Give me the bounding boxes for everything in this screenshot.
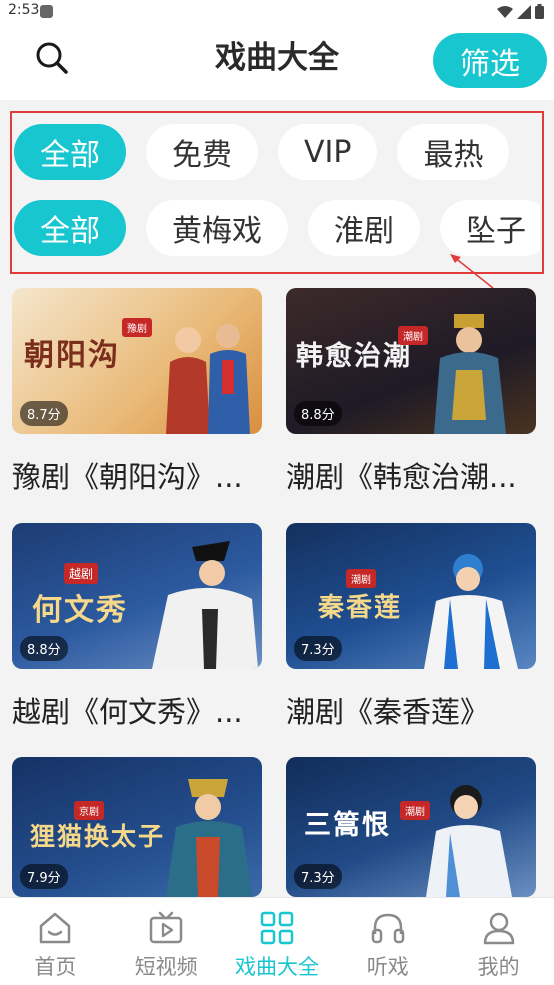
opera-thumbnail: 朝阳沟 豫剧 8.7分 (12, 288, 262, 434)
performer-image (434, 314, 506, 434)
chip-hottest[interactable]: 最热 (397, 124, 510, 180)
chip-zhuizi[interactable]: 坠子 (440, 200, 540, 256)
performer-image (152, 541, 258, 669)
tab-short-video[interactable]: 短视频 (111, 898, 222, 985)
opera-card[interactable]: 何文秀 越剧 8.8分 越剧《何文秀》... (12, 523, 262, 731)
rating-badge: 7.3分 (294, 636, 342, 661)
opera-title: 豫剧《朝阳沟》... (12, 460, 243, 494)
rating-badge: 7.3分 (294, 864, 342, 889)
tab-label: 听戏 (366, 955, 409, 979)
battery-icon (535, 4, 544, 19)
tab-listen[interactable]: 听戏 (332, 898, 443, 985)
performer-image (166, 779, 252, 897)
thumbnail-title: 秦香莲 (318, 593, 403, 623)
opera-genre-tag: 越剧 (64, 563, 99, 584)
status-icons (497, 4, 544, 19)
tv-icon (149, 911, 183, 944)
thumbnail-title: 韩愈治潮 (296, 341, 412, 372)
notification-icon (40, 5, 53, 18)
chip-all-access[interactable]: 全部 (14, 124, 126, 180)
opera-thumbnail: 三篙恨 潮剧 7.3分 (286, 757, 536, 897)
thumbnail-title: 三篙恨 (304, 810, 391, 841)
opera-title: 越剧《何文秀》... (12, 695, 243, 729)
filter-row-access: 全部 免费 VIP 最热 (14, 124, 540, 180)
home-icon (40, 912, 71, 944)
tab-label: 首页 (34, 955, 77, 979)
chip-huangmei[interactable]: 黄梅戏 (146, 200, 288, 256)
opera-title: 潮剧《韩愈治潮... (286, 460, 517, 494)
tab-label: 我的 (477, 955, 520, 979)
opera-thumbnail: 韩愈治潮 潮剧 8.8分 (286, 288, 536, 434)
chip-free[interactable]: 免费 (146, 124, 258, 180)
rating-badge: 7.9分 (20, 864, 68, 889)
opera-genre-tag: 豫剧 (122, 318, 152, 337)
opera-card[interactable]: 朝阳沟 豫剧 8.7分 豫剧《朝阳沟》... (12, 288, 262, 496)
filter-panel: 全部 免费 VIP 最热 全部 黄梅戏 淮剧 坠子 (0, 100, 554, 289)
chip-all-genre[interactable]: 全部 (14, 200, 126, 256)
rating-badge: 8.8分 (20, 636, 68, 661)
header: 戏曲大全 筛选 (0, 24, 554, 100)
signal-icon (517, 4, 531, 19)
opera-genre-tag: 潮剧 (346, 569, 376, 588)
performers-image (166, 324, 250, 434)
tab-opera-collection[interactable]: 戏曲大全 (222, 898, 333, 985)
opera-card[interactable]: 秦香莲 潮剧 7.3分 潮剧《秦香莲》 (286, 523, 536, 731)
filter-row-genre: 全部 黄梅戏 淮剧 坠子 (14, 200, 540, 256)
opera-card[interactable]: 三篙恨 潮剧 7.3分 (286, 757, 536, 897)
opera-thumbnail: 何文秀 越剧 8.8分 (12, 523, 262, 669)
filter-button[interactable]: 筛选 (433, 33, 547, 88)
wifi-icon (497, 5, 513, 18)
performer-image (426, 785, 512, 897)
rating-badge: 8.8分 (294, 401, 342, 426)
opera-thumbnail: 秦香莲 潮剧 7.3分 (286, 523, 536, 669)
tab-home[interactable]: 首页 (0, 898, 111, 985)
chip-huaiju[interactable]: 淮剧 (308, 200, 420, 256)
opera-card[interactable]: 韩愈治潮 潮剧 8.8分 潮剧《韩愈治潮... (286, 288, 536, 496)
headphones-icon (371, 913, 405, 944)
opera-thumbnail: 狸猫换太子 京剧 7.9分 (12, 757, 262, 897)
status-bar: 2:53 (0, 0, 554, 24)
tab-label: 戏曲大全 (234, 955, 319, 979)
thumbnail-title: 狸猫换太子 (30, 822, 166, 851)
thumbnail-title: 何文秀 (32, 593, 128, 628)
opera-card[interactable]: 狸猫换太子 京剧 7.9分 (12, 757, 262, 897)
performer-image (424, 554, 518, 669)
thumbnail-title: 朝阳沟 (24, 338, 120, 373)
tab-label: 短视频 (134, 955, 198, 979)
rating-badge: 8.7分 (20, 401, 68, 426)
opera-genre-tag: 京剧 (74, 801, 104, 820)
status-time: 2:53 (8, 2, 40, 18)
grid-icon (260, 911, 294, 945)
opera-title: 潮剧《秦香莲》 (286, 695, 490, 729)
annotation-arrow-icon (450, 254, 494, 289)
tab-profile[interactable]: 我的 (443, 898, 554, 985)
chip-vip[interactable]: VIP (278, 124, 378, 180)
user-icon (483, 912, 514, 945)
bottom-tab-bar: 首页 短视频 戏曲大全 听戏 我的 (0, 897, 554, 985)
